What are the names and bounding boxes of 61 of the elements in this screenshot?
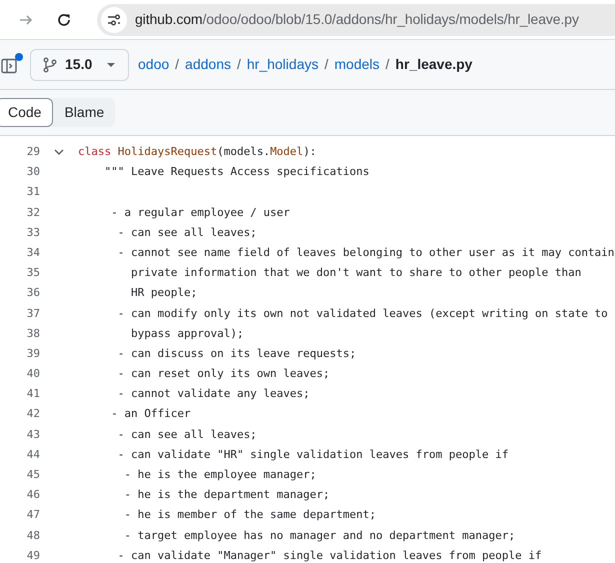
branch-icon [43,56,57,72]
code-line: - can validate "Manager" single validation leaves from people if [116,548,542,563]
url-text: github.com/odoo/odoo/blob/15.0/addons/hr_holidays/models/hr_leave.py [135,10,579,29]
code-line: private information that we don't want to share to other people than [130,265,582,282]
view-tab[interactable]: Blame [53,98,116,127]
line-number: 41 [26,386,40,402]
sidebar-panel-icon [1,58,17,74]
code-line: class HolidaysRequest(models.Model): [78,144,316,160]
line-number: 43 [26,426,40,443]
line-number: 29 [26,144,40,160]
caret-icon [106,62,116,68]
reload-icon[interactable] [56,12,72,28]
code-line: - an Officer [110,406,191,422]
code-line: - can see all leaves; [116,224,257,241]
breadcrumb-link[interactable]: models [334,54,380,75]
code-line: bypass approval); [130,326,244,342]
code-line: - cannot see name field of leaves belonging to other user as it may contain [116,244,614,261]
line-number: 36 [26,285,40,302]
line-number: 40 [26,366,40,382]
code-line: - he is the employee manager; [123,467,316,483]
line-number: 49 [26,548,40,563]
breadcrumb-separator: / [236,55,241,74]
line-number: 31 [26,184,40,200]
line-number: 48 [26,528,40,544]
breadcrumb-link[interactable]: addons [185,54,231,75]
branch-button[interactable]: 15.0 [30,48,129,80]
chevron-icon[interactable] [54,147,64,158]
code-line: - cannot validate any leaves; [116,386,310,402]
line-number: 32 [26,204,40,221]
site-info-icon[interactable] [101,6,127,32]
line-number: 42 [26,406,40,422]
breadcrumb-separator: / [386,55,390,74]
breadcrumb-separator: / [324,55,328,74]
line-number: 47 [26,507,40,524]
line-number: 30 [26,164,40,180]
code-line: - can validate "HR" single validation leaves from people if [116,446,508,463]
line-number: 33 [26,224,40,241]
line-number: 34 [26,244,40,261]
code-line: - can modify only its own not validated leaves (except writing on state to [116,306,608,322]
code-line: - can reset only its own leaves; [116,366,330,382]
breadcrumb-link[interactable]: odoo [138,54,170,75]
line-number: 46 [26,487,40,504]
code-line: - a regular employee / user [110,204,290,221]
breadcrumb-separator: / [175,55,180,74]
line-number: 44 [26,446,40,463]
line-number: 35 [26,265,40,282]
line-number: 37 [26,306,40,322]
current-file-name: hr_leave.py [395,55,472,74]
code-line: - can discuss on its leave requests; [116,346,356,362]
code-line: - can see all leaves; [116,426,257,443]
line-number: 45 [26,467,40,483]
address-bar[interactable]: github.com/odoo/odoo/blob/15.0/addons/hr_holidays/models/hr_leave.py [97,4,615,36]
view-tab[interactable]: Code [0,98,54,127]
code-line: HR people; [130,285,198,302]
code-line: - he is the department manager; [123,487,330,504]
code-line: """ Leave Requests Access specifications [103,164,370,180]
line-number: 38 [26,326,40,342]
line-number: 39 [26,346,40,362]
code-line: - target employee has no manager and no department manager; [123,528,516,544]
breadcrumb-link[interactable]: hr_holidays [246,54,318,75]
code-line: - he is member of the same department; [123,507,376,524]
